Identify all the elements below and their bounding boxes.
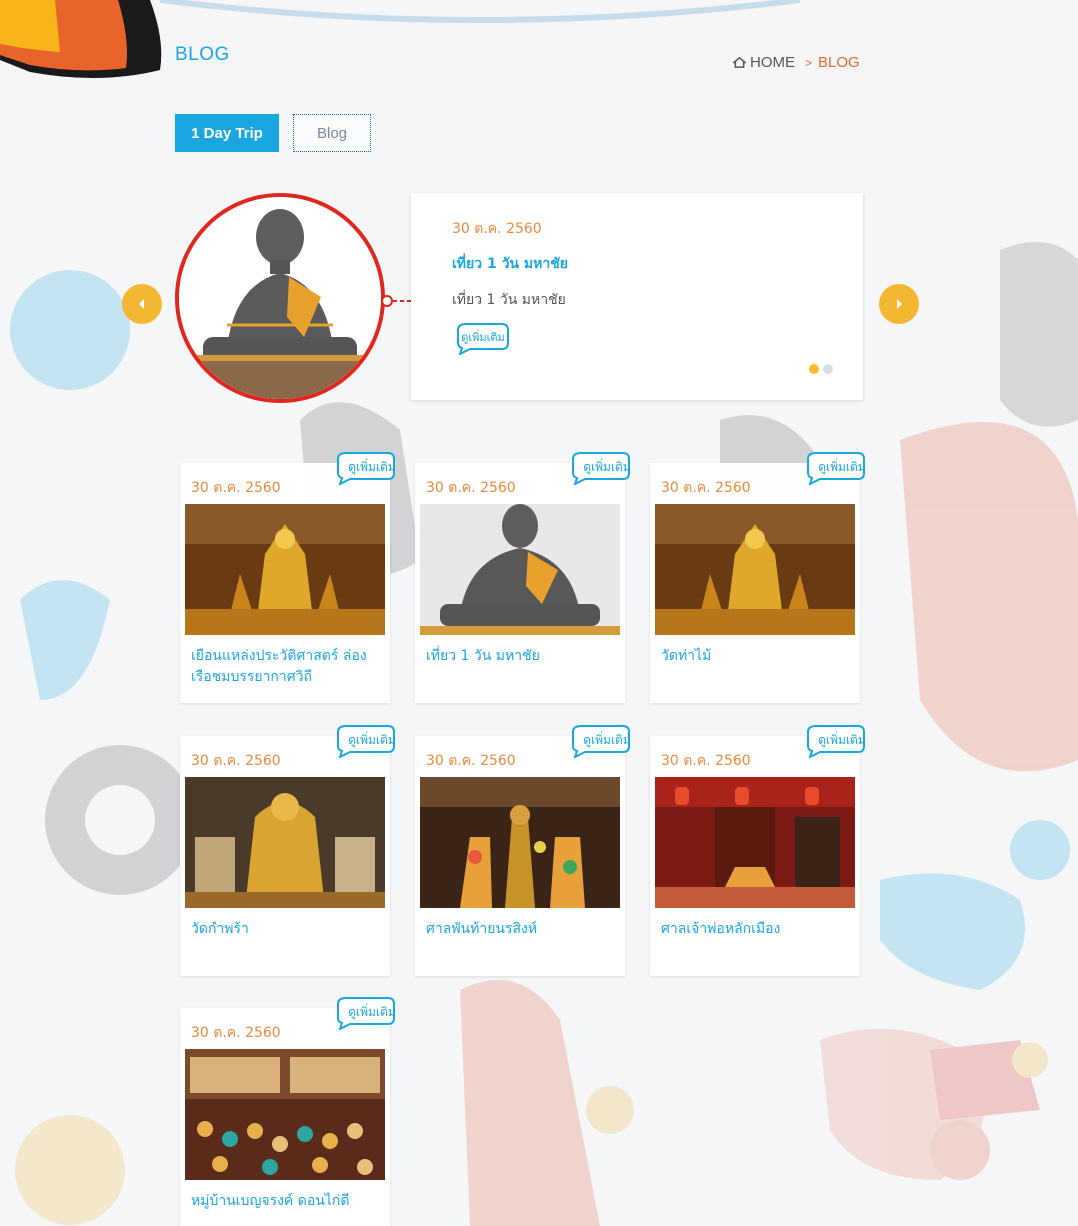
- carousel-dot-2[interactable]: [823, 364, 833, 374]
- tab-1-day-trip[interactable]: 1 Day Trip: [175, 114, 279, 152]
- post-card[interactable]: 30 ต.ค. 2560 ดูเพิ่มเติม หมู่บ้านเบญจรงค…: [180, 997, 396, 1226]
- carousel-next-button[interactable]: [879, 284, 919, 324]
- post-date: 30 ต.ค. 2560: [191, 1025, 281, 1041]
- post-title[interactable]: ศาลเจ้าพ่อหลักเมือง: [661, 919, 853, 940]
- read-more-button[interactable]: ดูเพิ่มเติม: [332, 451, 414, 485]
- read-more-label: ดูเพิ่มเติม: [818, 458, 866, 475]
- featured-post-card[interactable]: 30 ต.ค. 2560 เที่ยว 1 วัน มหาชัย เที่ยว …: [411, 193, 863, 400]
- post-date: 30 ต.ค. 2560: [191, 753, 281, 769]
- post-card[interactable]: 30 ต.ค. 2560 ดูเพิ่มเติม เยือนแหล่งประวั…: [180, 452, 396, 703]
- read-more-label: ดูเพิ่มเติม: [461, 329, 505, 344]
- site-logo-art: [0, 0, 162, 79]
- read-more-button[interactable]: ดูเพิ่มเติม: [567, 451, 649, 485]
- read-more-button[interactable]: ดูเพิ่มเติม: [332, 724, 414, 758]
- post-card[interactable]: 30 ต.ค. 2560 ดูเพิ่มเติม ศาลพันท้ายนรสิง…: [415, 725, 631, 976]
- post-photo[interactable]: [655, 504, 855, 635]
- post-date: 30 ต.ค. 2560: [191, 480, 281, 496]
- breadcrumb-current: BLOG: [818, 54, 860, 71]
- post-title[interactable]: วัดท่าไม้: [661, 646, 853, 667]
- post-card[interactable]: 30 ต.ค. 2560 ดูเพิ่มเติม เที่ยว 1 วัน มห…: [415, 452, 631, 703]
- tab-blog[interactable]: Blog: [293, 114, 371, 152]
- post-title[interactable]: เที่ยว 1 วัน มหาชัย: [426, 646, 618, 667]
- breadcrumb: HOME > BLOG: [733, 54, 860, 71]
- featured-date: 30 ต.ค. 2560: [452, 221, 542, 237]
- read-more-button[interactable]: ดูเพิ่มเติม: [802, 451, 884, 485]
- home-icon: [733, 56, 746, 68]
- read-more-label: ดูเพิ่มเติม: [583, 731, 631, 748]
- read-more-button[interactable]: ดูเพิ่มเติม: [567, 724, 649, 758]
- post-card[interactable]: 30 ต.ค. 2560 ดูเพิ่มเติม ศาลเจ้าพ่อหลักเ…: [650, 725, 866, 976]
- post-photo[interactable]: [420, 777, 620, 908]
- read-more-button[interactable]: ดูเพิ่มเติม: [332, 996, 414, 1030]
- read-more-label: ดูเพิ่มเติม: [348, 731, 396, 748]
- post-title[interactable]: เยือนแหล่งประวัติศาสตร์ ล่องเรือชมบรรยาก…: [191, 646, 383, 688]
- post-photo[interactable]: [655, 777, 855, 908]
- chevron-left-icon: [139, 299, 144, 309]
- read-more-label: ดูเพิ่มเติม: [818, 731, 866, 748]
- featured-title[interactable]: เที่ยว 1 วัน มหาชัย: [452, 253, 568, 275]
- post-date: 30 ต.ค. 2560: [661, 753, 751, 769]
- post-date: 30 ต.ค. 2560: [426, 753, 516, 769]
- breadcrumb-home-link[interactable]: HOME: [750, 54, 795, 71]
- read-more-label: ดูเพิ่มเติม: [583, 458, 631, 475]
- post-photo[interactable]: [185, 1049, 385, 1180]
- read-more-label: ดูเพิ่มเติม: [348, 1003, 396, 1020]
- chevron-right-icon: [897, 299, 902, 309]
- featured-photo[interactable]: [175, 193, 385, 403]
- read-more-button[interactable]: ดูเพิ่มเติม: [802, 724, 884, 758]
- featured-description: เที่ยว 1 วัน มหาชัย: [452, 292, 566, 308]
- post-title[interactable]: วัดกำพร้า: [191, 919, 383, 940]
- post-photo[interactable]: [420, 504, 620, 635]
- featured-connector: [381, 295, 414, 307]
- post-date: 30 ต.ค. 2560: [426, 480, 516, 496]
- post-date: 30 ต.ค. 2560: [661, 480, 751, 496]
- category-tabs: 1 Day Trip Blog: [175, 114, 371, 152]
- header-arc: [160, 0, 800, 23]
- featured-read-more-button[interactable]: ดูเพิ่มเติม: [452, 321, 512, 355]
- carousel-dot-1[interactable]: [809, 364, 819, 374]
- breadcrumb-separator: >: [805, 55, 813, 70]
- carousel-dots: [809, 364, 833, 374]
- carousel-prev-button[interactable]: [122, 284, 162, 324]
- monk-statue-image: [179, 197, 381, 399]
- post-card[interactable]: 30 ต.ค. 2560 ดูเพิ่มเติม วัดกำพร้า: [180, 725, 396, 976]
- post-title[interactable]: หมู่บ้านเบญจรงค์ ดอนไก่ดี: [191, 1191, 383, 1212]
- page-title: BLOG: [175, 44, 230, 65]
- post-title[interactable]: ศาลพันท้ายนรสิงห์: [426, 919, 618, 940]
- post-photo[interactable]: [185, 777, 385, 908]
- post-photo[interactable]: [185, 504, 385, 635]
- post-card[interactable]: 30 ต.ค. 2560 ดูเพิ่มเติม วัดท่าไม้: [650, 452, 866, 703]
- read-more-label: ดูเพิ่มเติม: [348, 458, 396, 475]
